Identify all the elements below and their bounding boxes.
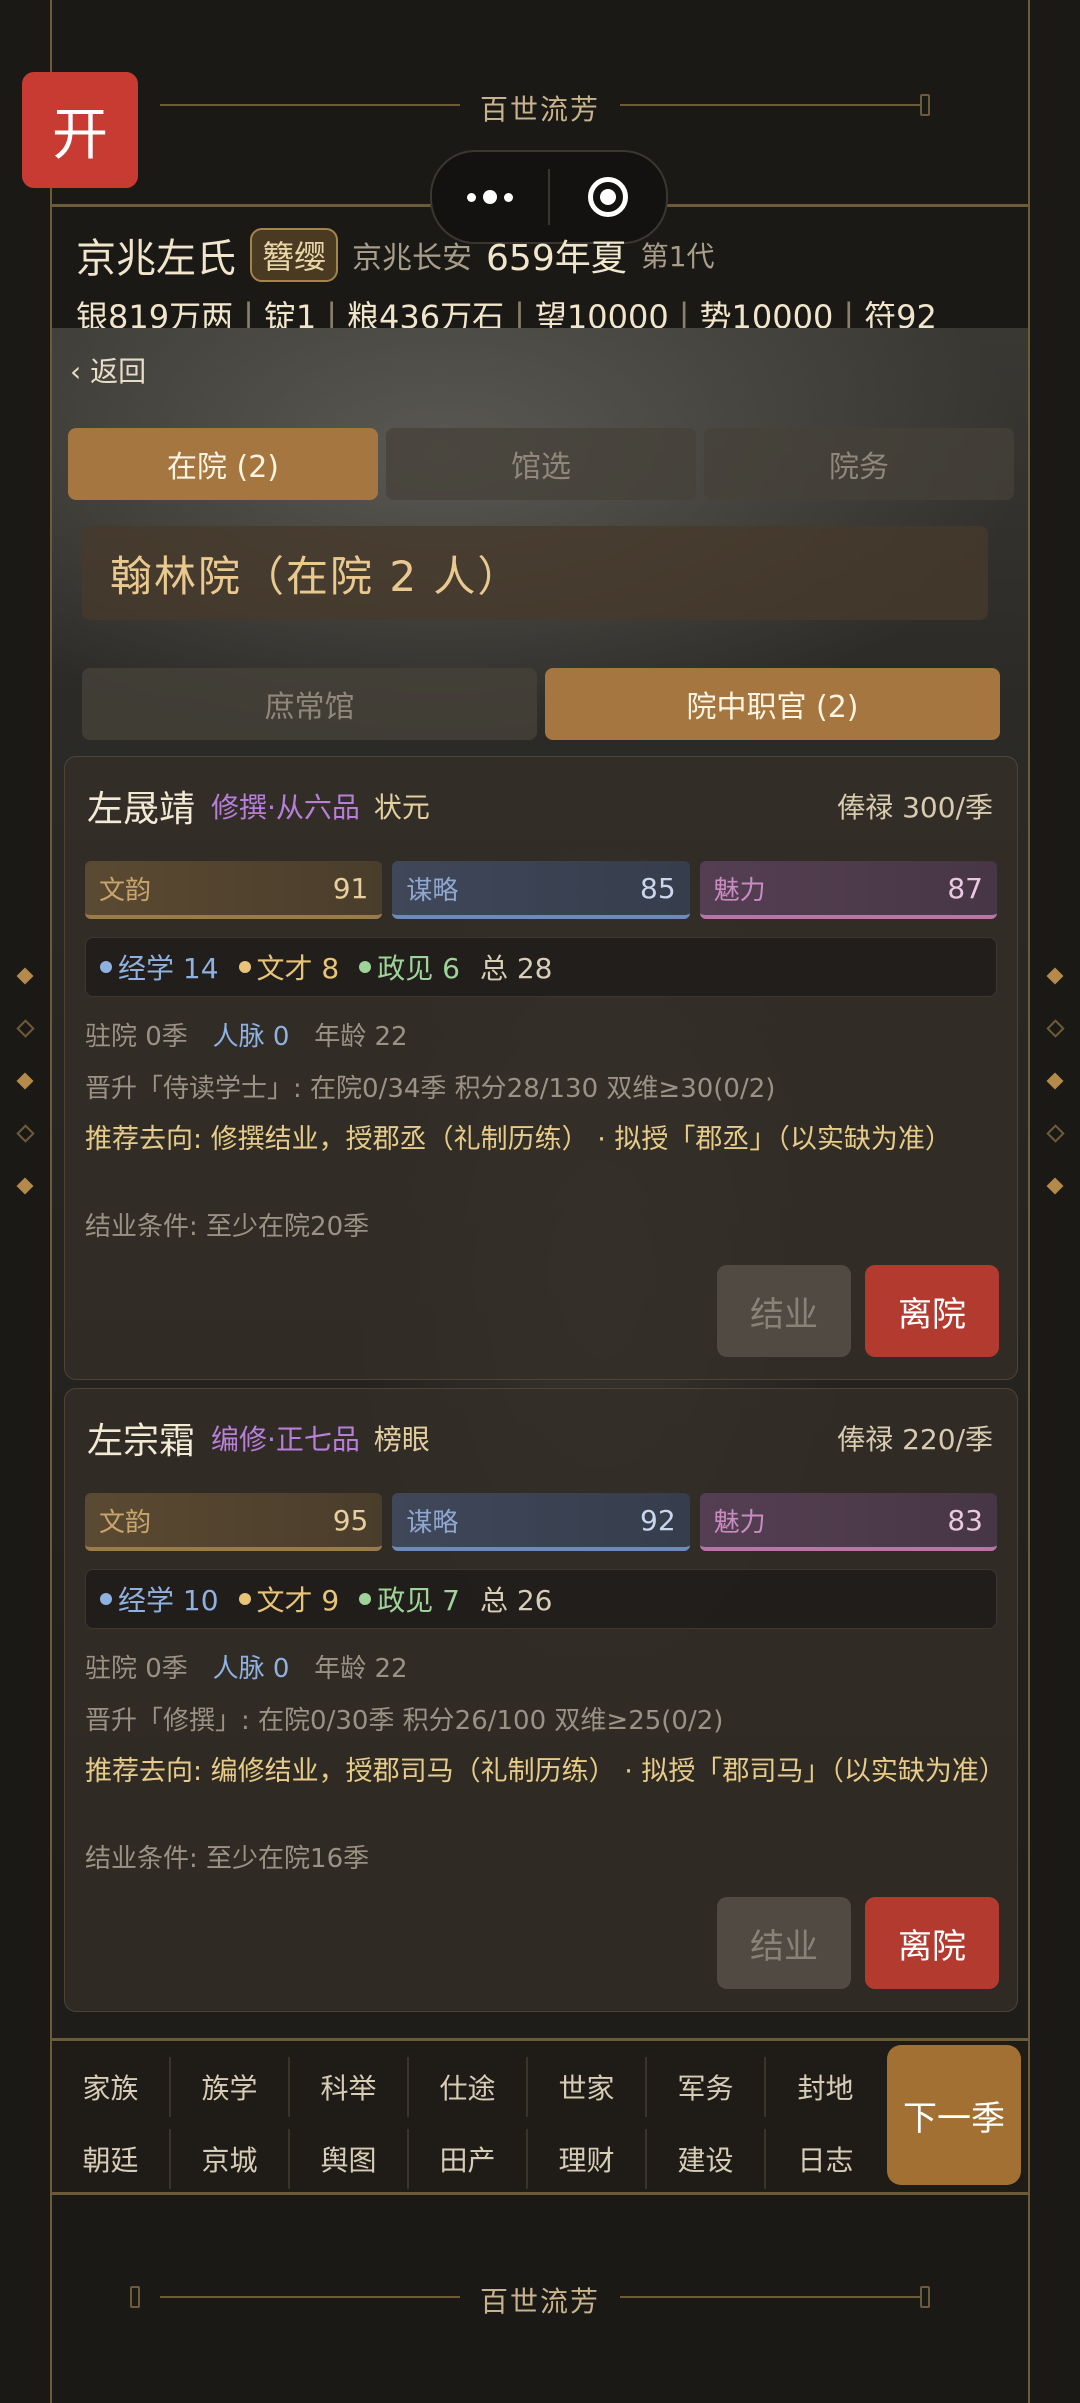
banner-title-bottom: 百世流芳	[479, 2285, 600, 2318]
stat-meili: 魅力 83	[699, 1493, 997, 1551]
nav-military[interactable]: 军务	[647, 2057, 766, 2117]
exam-title: 榜眼	[373, 1423, 430, 1456]
skill-jingxue: 经学 10	[100, 1579, 219, 1619]
tenure-info: 驻院 0季 人脉 0 年龄 22	[85, 1654, 408, 1684]
top-banner: 百世流芳	[0, 80, 1080, 130]
nav-noble-families[interactable]: 世家	[528, 2057, 647, 2117]
open-button[interactable]: 开	[22, 72, 138, 188]
salary: 俸禄 300/季	[837, 791, 993, 824]
graduation-condition: 结业条件: 至少在院20季	[85, 1212, 370, 1242]
tab-affairs[interactable]: 院务	[704, 428, 1014, 500]
leave-button[interactable]: 离院	[865, 1897, 999, 1989]
skill-total: 总 26	[479, 1584, 553, 1617]
official-name: 左晟靖	[87, 789, 196, 830]
official-rank: 修撰·从六品	[211, 791, 360, 824]
next-season-button[interactable]: 下一季	[887, 2045, 1021, 2185]
graduate-button[interactable]: 结业	[717, 1265, 851, 1357]
section-title: 翰林院（在院 2 人）	[82, 526, 988, 620]
nav-capital[interactable]: 京城	[171, 2129, 290, 2189]
left-side-ornament	[5, 967, 45, 1232]
bottom-banner: 百世流芳	[0, 2272, 1080, 2322]
tab-in-court[interactable]: 在院 (2)	[68, 428, 378, 500]
graduation-condition: 结业条件: 至少在院16季	[85, 1844, 370, 1874]
nav-construction[interactable]: 建设	[647, 2129, 766, 2189]
subtab-shuchang[interactable]: 庶常馆	[82, 668, 537, 740]
frame-right-border	[1028, 0, 1030, 2403]
subtab-officials[interactable]: 院中职官 (2)	[545, 668, 1000, 740]
close-target-icon[interactable]	[550, 177, 666, 217]
skill-jingxue: 经学 14	[100, 947, 219, 987]
attribute-bars: 文韵 95 谋略 92 魅力 83	[85, 1493, 997, 1551]
nav-divider-top	[50, 2038, 1030, 2041]
graduate-button[interactable]: 结业	[717, 1897, 851, 1989]
stat-moulue: 谋略 92	[392, 1493, 690, 1551]
official-card: 左晟靖 修撰·从六品 状元 俸禄 300/季 文韵 91 谋略 85 魅力 87 经学…	[64, 756, 1018, 1380]
skill-wencai: 文才 8	[238, 947, 339, 987]
skill-total: 总 28	[479, 952, 553, 985]
stat-wenyun: 文韵 91	[85, 861, 383, 919]
salary: 俸禄 220/季	[837, 1423, 993, 1456]
skill-summary: 经学 14 文才 8 政见 6 总 28	[85, 937, 997, 997]
generation: 第1代	[640, 240, 715, 273]
skill-zhengjian: 政见 6	[359, 947, 460, 987]
tab-selection[interactable]: 馆选	[386, 428, 696, 500]
promotion-info: 晋升「侍读学士」: 在院0/34季 积分28/130 双维≥30(0/2)	[85, 1074, 776, 1104]
nav-clan-school[interactable]: 族学	[171, 2057, 290, 2117]
skill-summary: 经学 10 文才 9 政见 7 总 26	[85, 1569, 997, 1629]
nav-estate[interactable]: 田产	[409, 2129, 528, 2189]
official-rank: 编修·正七品	[211, 1423, 360, 1456]
renmai: 人脉 0	[212, 1654, 290, 1684]
stat-wenyun: 文韵 95	[85, 1493, 383, 1551]
sub-tabs: 庶常馆 院中职官 (2)	[82, 668, 1000, 740]
official-name: 左宗霜	[87, 1421, 196, 1462]
hanlin-panel: ‹ 返回 在院 (2) 馆选 院务 翰林院（在院 2 人） 庶常馆 院中职官 (…	[52, 328, 1028, 2040]
renmai: 人脉 0	[212, 1022, 290, 1052]
clan-location: 京兆长安	[352, 241, 473, 276]
leave-button[interactable]: 离院	[865, 1265, 999, 1357]
skill-wencai: 文才 9	[238, 1579, 339, 1619]
nav-career[interactable]: 仕途	[409, 2057, 528, 2117]
right-side-ornament	[1035, 967, 1075, 1232]
recommendation: 推荐去向: 编修结业，授郡司马（礼制历练） · 拟授「郡司马」（以实缺为准）	[85, 1756, 1006, 1787]
more-menu-icon[interactable]	[432, 190, 548, 204]
current-year: 659年夏	[486, 238, 627, 279]
bottom-nav: 家族 族学 科举 仕途 世家 军务 封地 朝廷 京城 舆图 田产 理财 建设 日…	[52, 2042, 1028, 2192]
stat-meili: 魅力 87	[699, 861, 997, 919]
attribute-bars: 文韵 91 谋略 85 魅力 87	[85, 861, 997, 919]
back-button[interactable]: ‹ 返回	[70, 350, 146, 390]
exam-title: 状元	[373, 791, 430, 824]
banner-title: 百世流芳	[479, 93, 600, 126]
skill-zhengjian: 政见 7	[359, 1579, 460, 1619]
nav-map[interactable]: 舆图	[290, 2129, 409, 2189]
stat-moulue: 谋略 85	[392, 861, 690, 919]
age: 年龄 22	[314, 1654, 408, 1684]
chevron-left-icon: ‹	[70, 355, 91, 388]
recommendation: 推荐去向: 修撰结业，授郡丞（礼制历练） · 拟授「郡丞」（以实缺为准）	[85, 1124, 952, 1155]
official-card: 左宗霜 编修·正七品 榜眼 俸禄 220/季 文韵 95 谋略 92 魅力 83 经学…	[64, 1388, 1018, 2012]
nav-divider-bottom	[50, 2192, 1030, 2195]
clan-badge: 簪缨	[250, 228, 339, 282]
tenure-info: 驻院 0季 人脉 0 年龄 22	[85, 1022, 408, 1052]
nav-fief[interactable]: 封地	[766, 2057, 885, 2117]
clan-name: 京兆左氏	[76, 236, 236, 282]
clan-header: 京兆左氏 簪缨 京兆长安 659年夏 第1代 银819万两 | 锭1 | 粮436万…	[76, 225, 976, 343]
age: 年龄 22	[314, 1022, 408, 1052]
nav-log[interactable]: 日志	[766, 2129, 885, 2189]
promotion-info: 晋升「修撰」: 在院0/30季 积分26/100 双维≥25(0/2)	[85, 1706, 724, 1736]
nav-family[interactable]: 家族	[52, 2057, 171, 2117]
nav-imperial-exam[interactable]: 科举	[290, 2057, 409, 2117]
main-tabs: 在院 (2) 馆选 院务	[68, 428, 1014, 500]
nav-finance[interactable]: 理财	[528, 2129, 647, 2189]
nav-court[interactable]: 朝廷	[52, 2129, 171, 2189]
